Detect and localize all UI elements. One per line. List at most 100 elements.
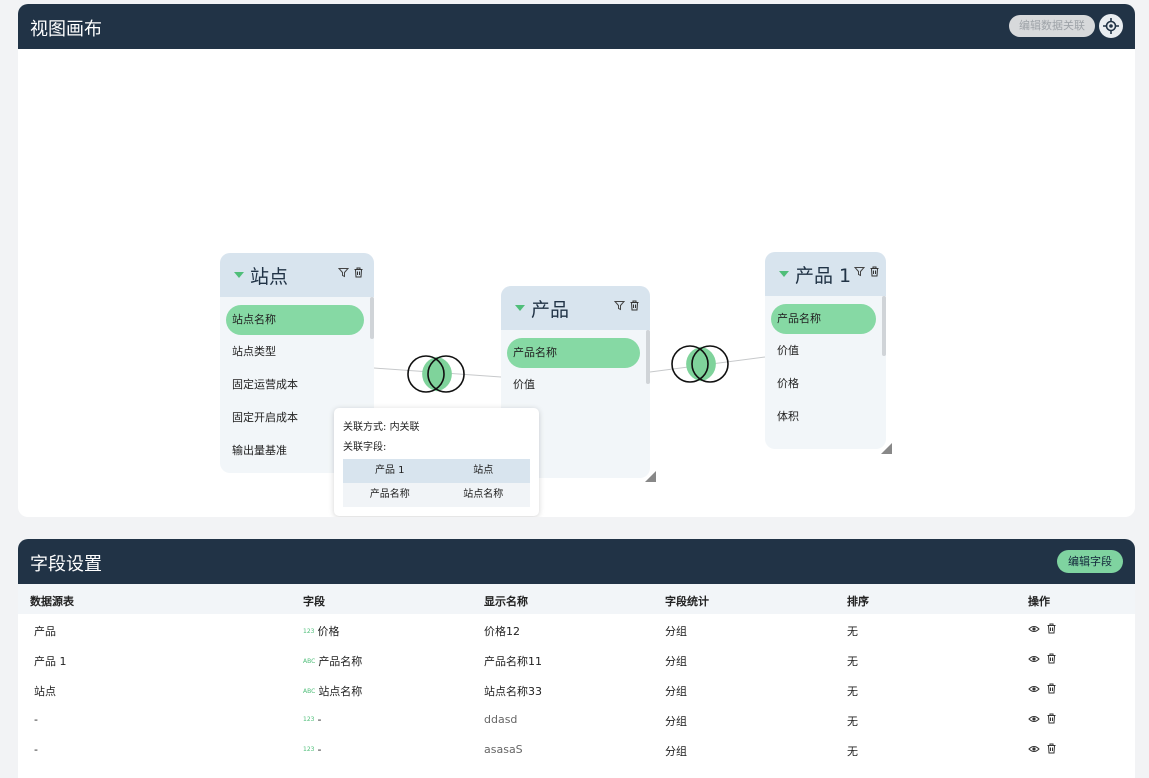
inner-join-icon[interactable] [406, 351, 468, 397]
field-type-tag: ABC [303, 688, 316, 695]
cell-display-name[interactable]: asasaS [484, 743, 523, 756]
field-type-tag: ABC [303, 658, 316, 665]
join-popup: 关联方式: 内关联 关联字段: 产品 1 站点 产品名称 站点名称 [334, 408, 539, 516]
inner-join-icon[interactable] [670, 341, 732, 387]
field-type-tag: 123 [303, 746, 315, 753]
node-title: 站点 [250, 266, 289, 288]
view-canvas[interactable]: 站点 站点名称 站点类型 固定运营成本 固定开启成本 输出量基准 产品 产品名称… [18, 49, 1135, 517]
field-type-tag: 123 [303, 628, 315, 635]
delete-icon[interactable] [1046, 743, 1057, 754]
cell-stat[interactable]: 分组 [665, 743, 687, 759]
cell-sort[interactable]: 无 [847, 743, 858, 759]
node-field[interactable]: 体积 [765, 400, 886, 433]
cell-field: 123- [303, 713, 321, 726]
delete-icon[interactable] [1046, 653, 1057, 664]
cell-sort[interactable]: 无 [847, 683, 858, 699]
node-field[interactable]: 价值 [501, 368, 650, 401]
eye-icon[interactable] [1028, 683, 1040, 695]
fields-header: 字段设置 编辑字段 [18, 539, 1135, 584]
row-actions [1028, 653, 1057, 665]
locate-button[interactable] [1099, 14, 1123, 38]
filter-icon[interactable] [338, 267, 349, 278]
edit-relation-button[interactable]: 编辑数据关联 [1009, 15, 1095, 37]
eye-icon[interactable] [1028, 713, 1040, 725]
node-field[interactable]: 产品名称 [771, 304, 876, 334]
field-name: 价格 [317, 625, 340, 638]
table-row[interactable]: 站点 ABC 站点名称 站点名称33 分组 无 [18, 674, 1135, 704]
canvas-title: 视图画布 [30, 19, 102, 40]
table-row[interactable]: - 123- ddasd 分组 无 [18, 704, 1135, 734]
filter-icon[interactable] [854, 266, 865, 277]
cell-stat[interactable]: 分组 [665, 683, 687, 699]
node-header[interactable]: 产品 [501, 286, 650, 330]
canvas-header: 视图画布 编辑数据关联 [18, 4, 1135, 49]
cell-source: 站点 [34, 685, 56, 698]
cell-field: ABC 站点名称 [303, 683, 362, 699]
node-field[interactable]: 固定运营成本 [220, 368, 374, 401]
table-node-product-1[interactable]: 产品 1 产品名称 价值 价格 体积 [765, 252, 886, 449]
cell-field: ABC 产品名称 [303, 653, 362, 669]
cell-sort[interactable]: 无 [847, 653, 858, 669]
scrollbar[interactable] [370, 297, 374, 339]
row-actions [1028, 743, 1057, 755]
node-header[interactable]: 产品 1 [765, 252, 886, 296]
cell-display-name[interactable]: 价格12 [484, 623, 520, 639]
cell-source: 产品 1 [34, 655, 67, 668]
cell-display-name[interactable]: 产品名称11 [484, 653, 542, 669]
node-title: 产品 1 [795, 265, 852, 287]
table-row[interactable]: 产品 123 价格 价格12 分组 无 [18, 614, 1135, 644]
filter-icon[interactable] [614, 300, 625, 311]
cell-field: 123- [303, 743, 321, 756]
cell-field: 123 价格 [303, 623, 339, 639]
scrollbar[interactable] [646, 330, 650, 384]
join-table-row: 产品名称 站点名称 [343, 483, 530, 507]
edit-fields-button[interactable]: 编辑字段 [1057, 550, 1123, 573]
column-header: 数据源表 [30, 595, 74, 608]
cell-stat[interactable]: 分组 [665, 713, 687, 729]
cell-sort[interactable]: 无 [847, 713, 858, 729]
node-title: 产品 [531, 299, 570, 321]
cell-stat[interactable]: 分组 [665, 653, 687, 669]
collapse-icon[interactable] [234, 272, 244, 278]
node-field[interactable]: 站点名称 [226, 305, 364, 335]
collapse-icon[interactable] [779, 271, 789, 277]
delete-icon[interactable] [1046, 683, 1057, 694]
row-actions [1028, 623, 1057, 635]
cell-display-name[interactable]: ddasd [484, 713, 517, 726]
cell-display-name[interactable]: 站点名称33 [484, 683, 542, 699]
column-header: 排序 [847, 595, 869, 608]
delete-icon[interactable] [353, 267, 364, 278]
field-type-tag: 123 [303, 716, 315, 723]
scrollbar[interactable] [882, 296, 886, 356]
delete-icon[interactable] [869, 266, 880, 277]
canvas-panel: 视图画布 编辑数据关联 站点 站点名称 站点类型 固定运营成本 固定开启成本 输… [18, 4, 1135, 517]
table-row[interactable]: -123- asasaS 分组无 [18, 734, 1135, 764]
table-row[interactable]: 产品 1 ABC 产品名称 产品名称11 分组 无 [18, 644, 1135, 674]
delete-icon[interactable] [629, 300, 640, 311]
resize-handle[interactable] [645, 471, 656, 482]
eye-icon[interactable] [1028, 623, 1040, 635]
node-field[interactable]: 价格 [765, 367, 886, 400]
node-field[interactable]: 站点类型 [220, 335, 374, 368]
column-header: 字段 [303, 595, 325, 608]
node-field[interactable]: 价值 [765, 334, 886, 367]
column-header: 显示名称 [484, 595, 528, 608]
eye-icon[interactable] [1028, 743, 1040, 755]
delete-icon[interactable] [1046, 623, 1057, 634]
cell-stat[interactable]: 分组 [665, 623, 687, 639]
node-field[interactable]: 产品名称 [507, 338, 640, 368]
node-header[interactable]: 站点 [220, 253, 374, 297]
cell-source: - [34, 713, 38, 726]
join-method: 关联方式: 内关联 [343, 422, 420, 433]
join-fields-label: 关联字段: [343, 442, 387, 453]
delete-icon[interactable] [1046, 713, 1057, 724]
cell-sort[interactable]: 无 [847, 623, 858, 639]
resize-handle[interactable] [881, 443, 892, 454]
locate-icon [1103, 18, 1119, 34]
cell-source: 产品 [34, 625, 56, 638]
column-header: 字段统计 [665, 595, 709, 608]
eye-icon[interactable] [1028, 653, 1040, 665]
join-fields-table: 产品 1 站点 产品名称 站点名称 [343, 459, 530, 507]
field-list[interactable]: 产品名称 价值 价格 体积 [765, 296, 886, 449]
collapse-icon[interactable] [515, 305, 525, 311]
